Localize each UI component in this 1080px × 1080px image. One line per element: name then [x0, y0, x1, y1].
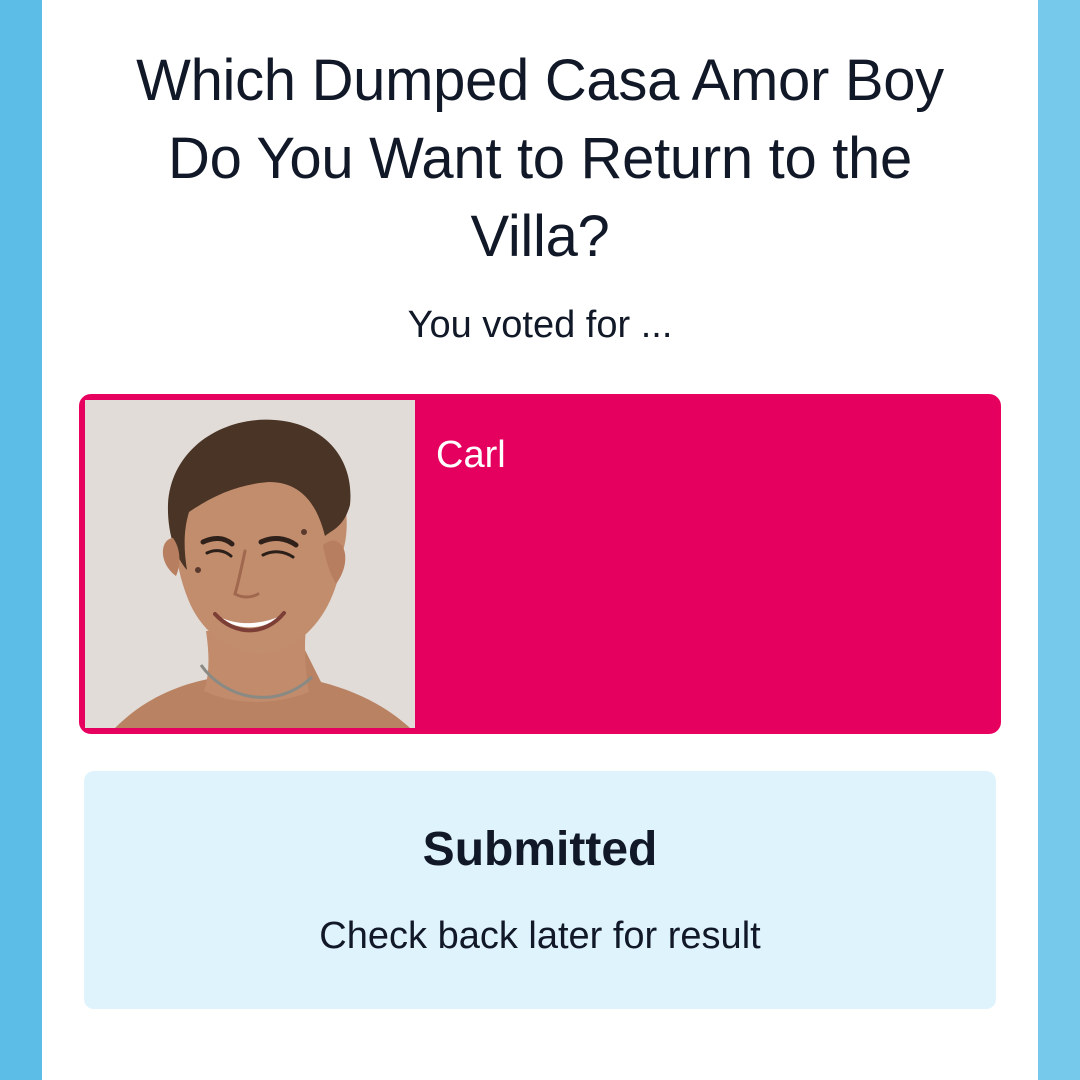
right-background-strip: [1038, 0, 1080, 1080]
poll-title: Which Dumped Casa Amor Boy Do You Want t…: [136, 48, 944, 269]
candidate-name: Carl: [436, 434, 506, 476]
voted-for-label: You voted for ...: [407, 304, 673, 346]
result-check-message: Check back later for result: [319, 915, 761, 957]
submission-status-box: Submitted Check back later for result: [84, 771, 996, 1009]
submitted-status-title: Submitted: [422, 823, 658, 876]
poll-panel: Which Dumped Casa Amor Boy Do You Want t…: [42, 0, 1038, 1080]
page: Which Dumped Casa Amor Boy Do You Want t…: [0, 0, 1080, 1080]
selected-candidate-card[interactable]: Carl: [79, 394, 1001, 734]
contestant-photo: [85, 400, 415, 728]
